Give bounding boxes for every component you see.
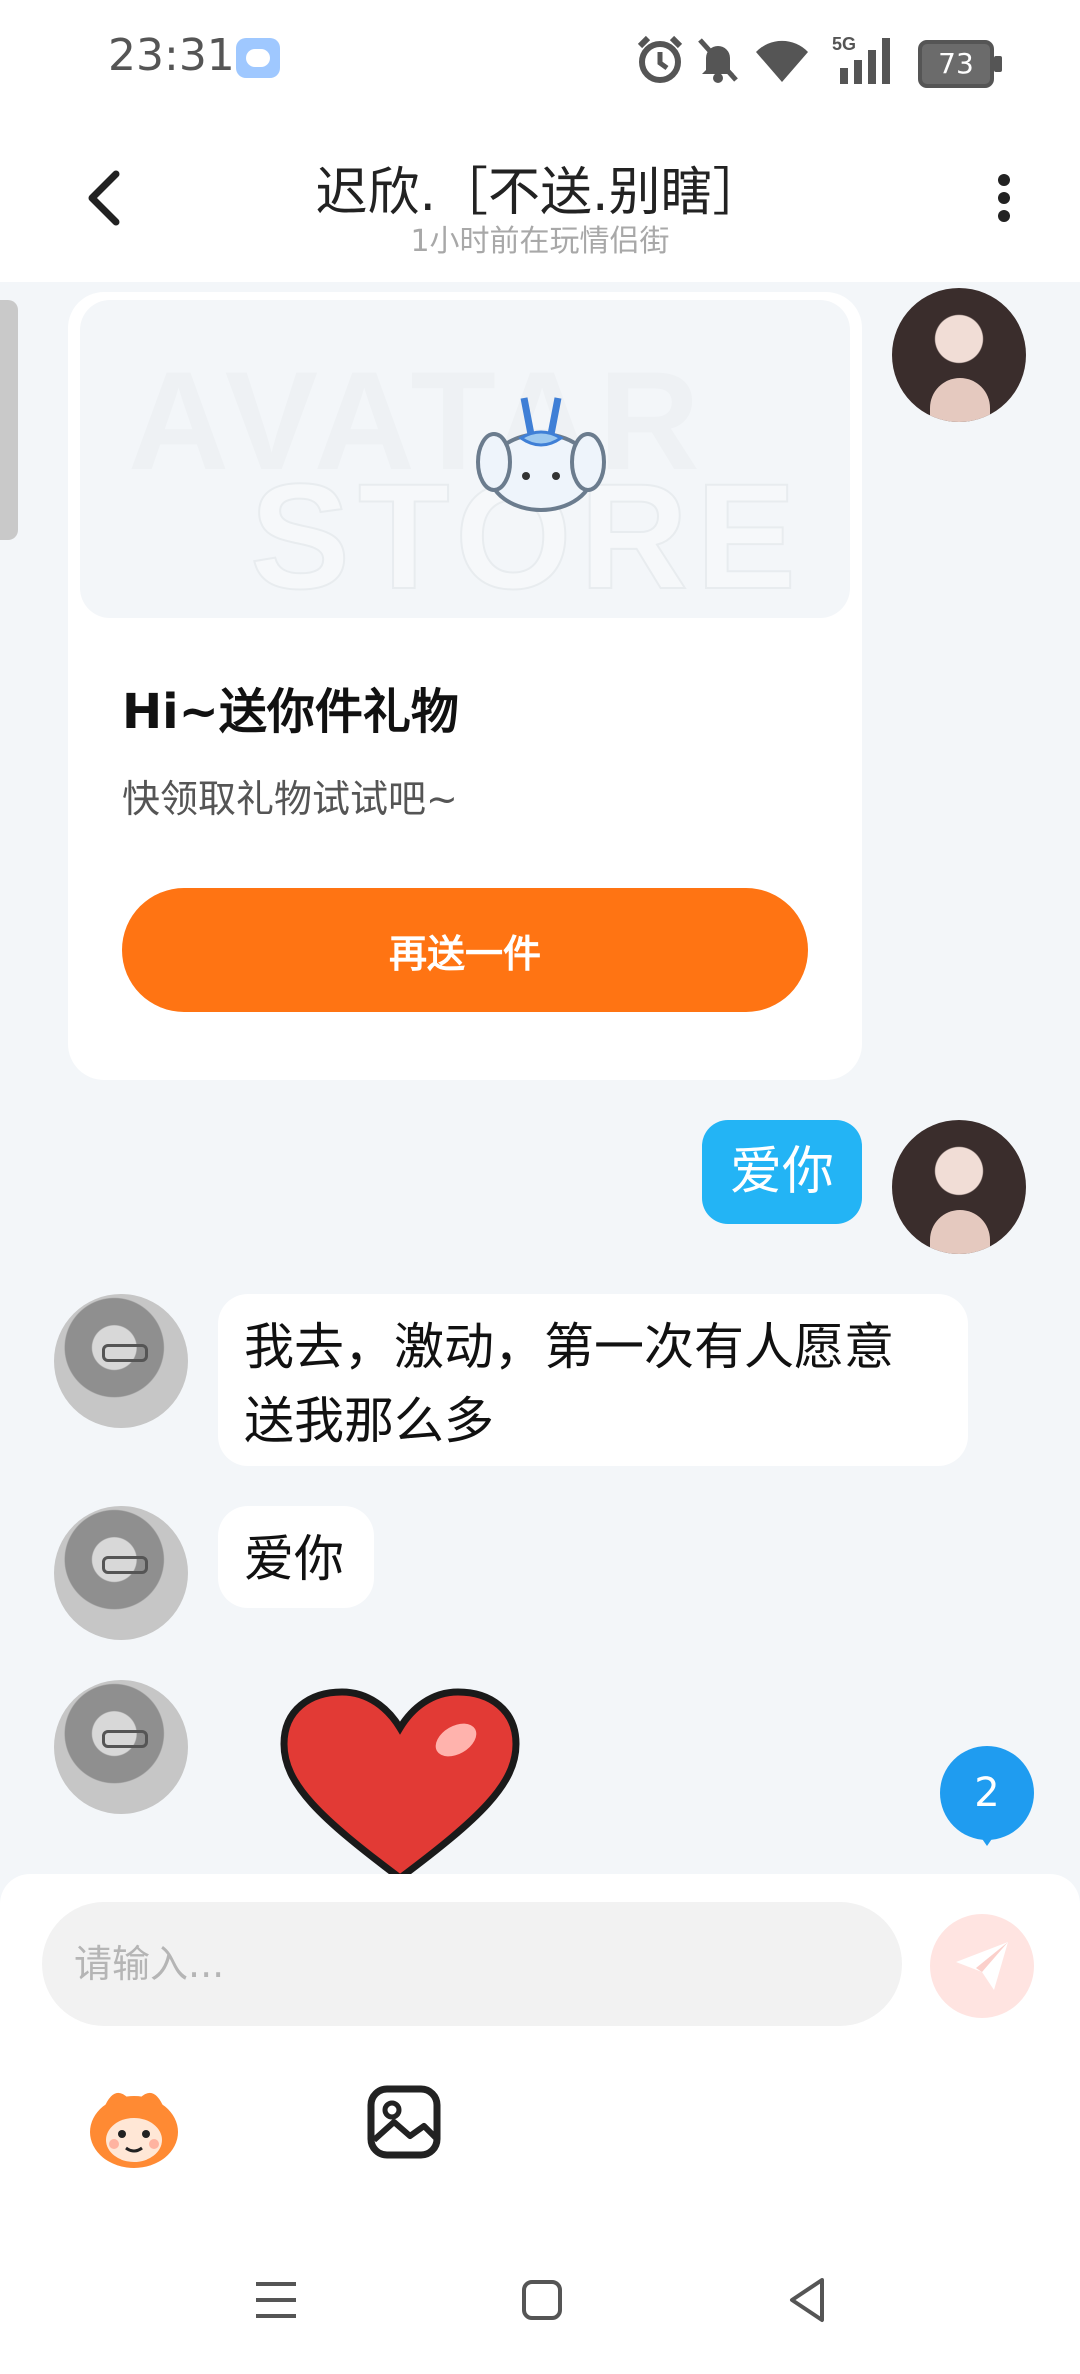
menu-nav-icon[interactable] (246, 2270, 306, 2330)
contact-avatar[interactable] (54, 1294, 188, 1428)
unread-count-badge[interactable]: 2 (940, 1746, 1034, 1846)
home-nav-icon[interactable] (512, 2270, 572, 2330)
image-picker-button[interactable] (366, 2084, 442, 2160)
wifi-icon (752, 32, 808, 88)
contact-message-bubble[interactable]: 我去，激动，第一次有人愿意送我那么多 (218, 1294, 968, 1466)
message-input[interactable] (42, 1902, 902, 2026)
heart-sticker[interactable] (280, 1688, 520, 1882)
gift-description: 快领取礼物试试吧~ (122, 777, 458, 821)
svg-text:5G: 5G (832, 34, 856, 54)
my-message-bubble[interactable]: 爱你 (702, 1120, 862, 1224)
signal-5g-icon: 5G (832, 32, 902, 88)
mute-icon (690, 32, 746, 88)
chat-title: 迟欣.［不送.别瞎］ (315, 163, 765, 223)
contact-avatar[interactable] (54, 1506, 188, 1640)
send-another-gift-button[interactable]: 再送一件 (122, 888, 808, 1012)
weather-icon (236, 38, 280, 78)
my-avatar[interactable] (892, 1120, 1026, 1254)
more-dot (998, 174, 1010, 186)
more-menu-button[interactable] (994, 168, 1014, 232)
contact-avatar[interactable] (54, 1680, 188, 1814)
bunny-bag-icon (476, 397, 606, 512)
scrollbar[interactable] (0, 300, 18, 540)
more-dot (998, 210, 1010, 222)
send-button[interactable] (930, 1914, 1034, 2018)
more-dot (998, 192, 1010, 204)
status-time: 23:31 (108, 30, 235, 81)
my-avatar[interactable] (892, 288, 1026, 422)
chat-subtitle: 1小时前在玩情侣街 (410, 224, 670, 259)
alarm-icon (632, 32, 688, 88)
send-plane-icon (956, 1942, 1008, 1990)
back-nav-icon[interactable] (778, 2270, 838, 2330)
gift-image: AVATAR STORE (80, 300, 850, 618)
battery-icon: 73 (918, 40, 1002, 88)
contact-message-bubble[interactable]: 爱你 (218, 1506, 374, 1608)
emoji-sticker-button[interactable] (84, 2082, 184, 2170)
gift-title: Hi~送你件礼物 (122, 684, 459, 740)
